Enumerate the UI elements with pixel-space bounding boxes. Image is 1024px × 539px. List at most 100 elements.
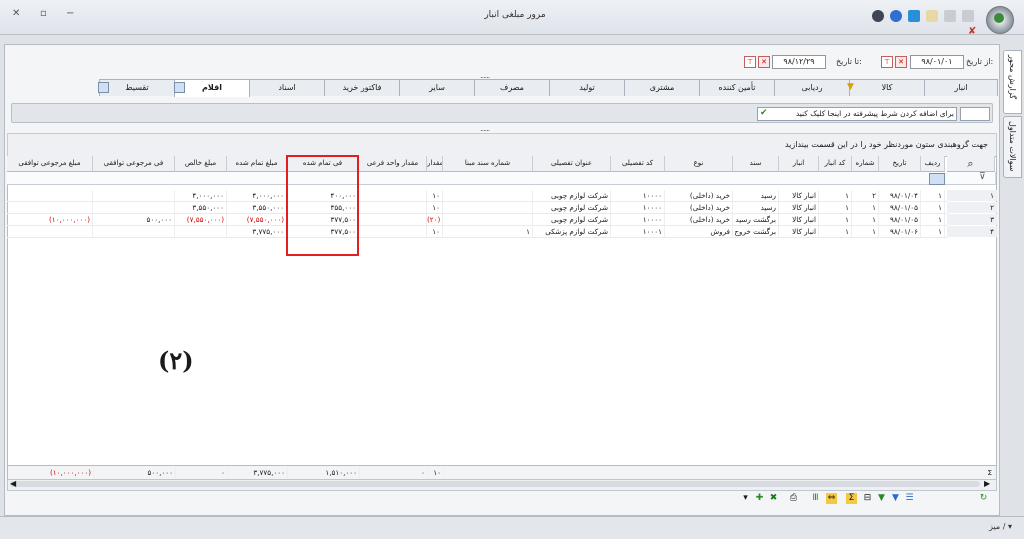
cell-net[interactable]: (۷,۵۵۰,۰۰۰) xyxy=(175,214,227,225)
from-date-input[interactable]: ۹۸/۰۱/۰۱ xyxy=(910,55,964,69)
row-indicator[interactable]: ۴ xyxy=(947,226,997,237)
cell-store_code[interactable]: ۱ xyxy=(819,202,852,213)
cell-store_code[interactable]: ۱ xyxy=(819,226,852,237)
column-header-total_cost[interactable]: مبلغ تمام شده xyxy=(227,156,287,172)
cell-qty[interactable]: ۱۰ xyxy=(427,190,443,201)
refresh-icon[interactable] xyxy=(908,10,920,22)
cell-base_doc[interactable] xyxy=(443,190,533,201)
close-button[interactable]: ✕ xyxy=(12,8,20,19)
cell-row[interactable]: ۱ xyxy=(921,190,945,201)
cell-store[interactable]: انبار کالا xyxy=(779,226,819,237)
cell-ret_amount[interactable] xyxy=(7,190,93,201)
installments-filter-icon[interactable] xyxy=(98,82,109,93)
column-header-sub_qty[interactable]: مقدار واحد فرعی xyxy=(359,156,427,172)
column-header-ret_amount[interactable]: مبلغ مرجوعی توافقی xyxy=(7,156,93,172)
cell-total_cost[interactable]: (۷,۵۵۰,۰۰۰) xyxy=(227,214,287,225)
undo-icon[interactable] xyxy=(944,10,956,22)
row-indicator[interactable]: ۳ xyxy=(947,214,997,225)
column-header-type[interactable]: نوع xyxy=(665,156,733,172)
scrollbar-thumb[interactable] xyxy=(10,481,980,487)
cell-ret_unit[interactable] xyxy=(93,226,175,237)
tab-consumption[interactable]: مصرف xyxy=(474,79,550,96)
to-date-input[interactable]: ۹۸/۱۲/۲۹ xyxy=(772,55,826,69)
cell-row[interactable]: ۱ xyxy=(921,226,945,237)
cell-ret_amount[interactable] xyxy=(7,202,93,213)
tab-goods[interactable]: کالا xyxy=(849,79,925,96)
cell-row[interactable]: ۱ xyxy=(921,214,945,225)
column-header-date[interactable]: تاریخ xyxy=(879,156,921,172)
scroll-right-icon[interactable]: ▶ xyxy=(984,479,990,488)
tab-installments[interactable]: تقسیط xyxy=(99,79,175,96)
cell-sub_qty[interactable] xyxy=(359,214,427,225)
cell-num[interactable]: ۱ xyxy=(852,214,879,225)
redo-icon[interactable] xyxy=(962,10,974,22)
cell-sub_qty[interactable] xyxy=(359,226,427,237)
cell-row[interactable]: ۱ xyxy=(921,202,945,213)
help-icon[interactable] xyxy=(872,10,884,22)
info-icon[interactable] xyxy=(890,10,902,22)
cell-base_doc[interactable]: ۱ xyxy=(443,226,533,237)
cell-type[interactable]: خرید (داخلی) xyxy=(665,202,733,213)
cell-doc[interactable]: رسید xyxy=(733,190,779,201)
cell-date[interactable]: ۹۸/۰۱/۰۴ xyxy=(879,190,921,201)
cell-detail_title[interactable]: شرکت لوازم چوبی xyxy=(533,190,611,201)
column-header-doc[interactable]: سند xyxy=(733,156,779,172)
cell-total_cost[interactable]: ۳,۵۵۰,۰۰۰ xyxy=(227,202,287,213)
items-filter-icon[interactable] xyxy=(174,82,185,93)
filter-toggle-box[interactable] xyxy=(960,107,990,121)
row-indicator[interactable]: ۱ xyxy=(947,190,997,201)
tab-items[interactable]: اقلام xyxy=(174,79,250,97)
cell-total_cost[interactable]: ۴,۰۰۰,۰۰۰ xyxy=(227,190,287,201)
cell-detail_code[interactable]: ۱۰۰۰۱ xyxy=(611,226,665,237)
side-tab-faq[interactable]: سوالات متداول xyxy=(1003,116,1022,178)
to-date-filter-icon[interactable]: ⊤ xyxy=(744,56,756,68)
cell-total_cost[interactable]: ۳,۷۷۵,۰۰۰ xyxy=(227,226,287,237)
cell-qty[interactable]: ۱۰ xyxy=(427,202,443,213)
cell-date[interactable]: ۹۸/۰۱/۰۵ xyxy=(879,202,921,213)
cell-base_doc[interactable] xyxy=(443,202,533,213)
column-header-detail_code[interactable]: کد تفصیلی xyxy=(611,156,665,172)
cell-net[interactable]: ۴,۰۰۰,۰۰۰ xyxy=(175,190,227,201)
cell-sub_qty[interactable] xyxy=(359,202,427,213)
filter-row-icon[interactable]: ⊽ xyxy=(979,172,986,182)
cell-base_doc[interactable] xyxy=(443,214,533,225)
goods-filter-icon[interactable]: ▼ xyxy=(847,82,854,92)
scroll-left-icon[interactable]: ◀ xyxy=(10,479,16,488)
restore-button[interactable]: ▫ xyxy=(40,8,47,19)
cell-date[interactable]: ۹۸/۰۱/۰۶ xyxy=(879,226,921,237)
cell-detail_code[interactable]: ۱۰۰۰۰ xyxy=(611,202,665,213)
cell-sub_qty[interactable] xyxy=(359,190,427,201)
cell-type[interactable]: خرید (داخلی) xyxy=(665,214,733,225)
advanced-filter-hint[interactable]: برای اضافه کردن شرط پیشرفته در اینجا کلی… xyxy=(757,107,957,121)
cell-num[interactable]: ۲ xyxy=(852,190,879,201)
filter-row-operator[interactable] xyxy=(929,173,945,185)
from-date-filter-icon[interactable]: ⊤ xyxy=(881,56,893,68)
cell-ret_unit[interactable]: ۵۰۰,۰۰۰ xyxy=(93,214,175,225)
tab-other[interactable]: سایر xyxy=(399,79,475,96)
cell-store_code[interactable]: ۱ xyxy=(819,214,852,225)
column-header-store[interactable]: انبار xyxy=(779,156,819,172)
tab-documents[interactable]: اسناد xyxy=(249,79,325,96)
cell-net[interactable]: ۳,۵۵۰,۰۰۰ xyxy=(175,202,227,213)
cell-num[interactable]: ۱ xyxy=(852,202,879,213)
cell-net[interactable] xyxy=(175,226,227,237)
cell-detail_code[interactable]: ۱۰۰۰۰ xyxy=(611,190,665,201)
cell-doc[interactable]: رسید xyxy=(733,202,779,213)
tab-tracking[interactable]: ردیابی xyxy=(774,79,850,96)
column-header-num[interactable]: شماره xyxy=(852,156,879,172)
cell-ret_unit[interactable] xyxy=(93,190,175,201)
cell-type[interactable]: خرید (داخلی) xyxy=(665,190,733,201)
grid-search-icon[interactable]: ⌕ xyxy=(947,156,995,172)
cell-store[interactable]: انبار کالا xyxy=(779,214,819,225)
edit-icon[interactable] xyxy=(926,10,938,22)
tab-purchase-invoice[interactable]: فاکتور خرید xyxy=(324,79,400,96)
tab-supplier[interactable]: تأمین کننده xyxy=(699,79,775,96)
column-header-row[interactable]: ردیف xyxy=(921,156,945,172)
cell-doc[interactable]: برگشت رسید xyxy=(733,214,779,225)
cell-detail_title[interactable]: شرکت لوازم چوبی xyxy=(533,214,611,225)
row-indicator[interactable]: ۲ xyxy=(947,202,997,213)
cell-detail_title[interactable]: شرکت لوازم چوبی xyxy=(533,202,611,213)
minimize-button[interactable]: − xyxy=(66,8,74,19)
tab-customer[interactable]: مشتری xyxy=(624,79,700,96)
cell-qty[interactable]: (۲۰) xyxy=(427,214,443,225)
